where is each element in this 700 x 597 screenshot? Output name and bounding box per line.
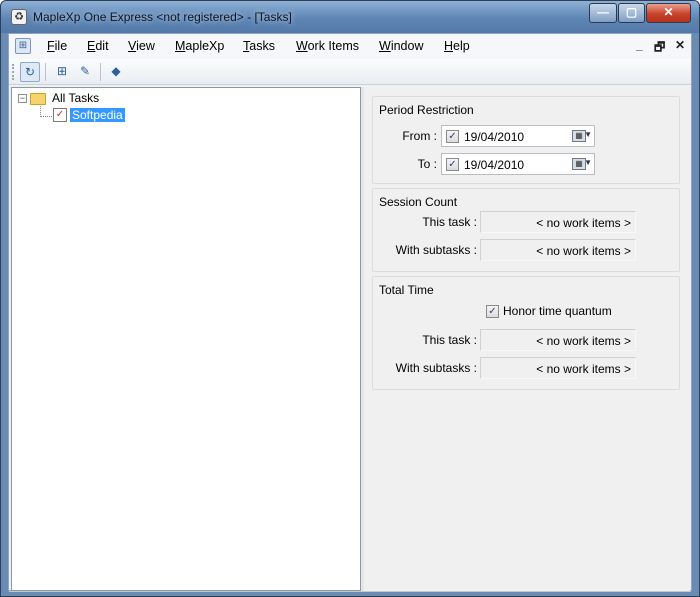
menu-work-items[interactable]: Work Items bbox=[296, 39, 359, 53]
toolbar-separator bbox=[45, 63, 46, 81]
total-time-group: Total Time ✓ Honor time quantum This tas… bbox=[372, 276, 680, 390]
window-title: MapleXp One Express <not registered> - [… bbox=[33, 10, 292, 24]
tree-expander[interactable]: − bbox=[18, 94, 27, 103]
menu-window[interactable]: Window bbox=[379, 39, 423, 53]
group-title: Total Time bbox=[379, 283, 434, 297]
mdi-close-button[interactable]: ✕ bbox=[675, 38, 685, 52]
toolbar-separator bbox=[100, 63, 101, 81]
with-subtasks-label: With subtasks : bbox=[395, 361, 477, 375]
menu-file[interactable]: File bbox=[47, 39, 67, 53]
chevron-down-icon[interactable]: ▼ bbox=[584, 158, 592, 167]
session-this-task-value: < no work items > bbox=[480, 211, 636, 233]
with-subtasks-label: With subtasks : bbox=[395, 243, 477, 257]
menu-help[interactable]: Help bbox=[444, 39, 470, 53]
app-window: ♻ MapleXp One Express <not registered> -… bbox=[0, 0, 700, 597]
menu-view[interactable]: View bbox=[128, 39, 155, 53]
toolbar: ↻ ⊞ ✎ ◆ bbox=[9, 59, 691, 85]
group-title: Period Restriction bbox=[379, 103, 474, 117]
refresh-icon[interactable]: ↻ bbox=[20, 62, 40, 82]
app-icon[interactable]: ♻ bbox=[11, 9, 27, 25]
tree-connector bbox=[40, 106, 52, 117]
group-title: Session Count bbox=[379, 195, 458, 209]
toolbar-grip[interactable] bbox=[12, 64, 15, 80]
menu-bar: ⊞ File Edit View MapleXp Tasks Work Item… bbox=[9, 34, 691, 59]
session-with-subtasks-value: < no work items > bbox=[480, 239, 636, 261]
chevron-down-icon[interactable]: ▼ bbox=[584, 130, 592, 139]
maximize-button[interactable]: ▢ bbox=[618, 3, 645, 23]
mdi-child-icon[interactable]: ⊞ bbox=[15, 38, 31, 54]
from-date-value: 19/04/2010 bbox=[464, 130, 525, 144]
tree-item-all-tasks[interactable]: All Tasks bbox=[52, 91, 99, 105]
task-tree[interactable]: − All Tasks ✓ Softpedia bbox=[11, 87, 361, 591]
task-icon: ✓ bbox=[53, 108, 67, 122]
task-tree-icon[interactable]: ⊞ bbox=[52, 62, 72, 82]
close-button[interactable]: ✕ bbox=[646, 3, 691, 23]
from-date-picker[interactable]: ✓ 19/04/2010 ▦ ▼ bbox=[441, 125, 595, 147]
to-date-checkbox[interactable]: ✓ bbox=[446, 158, 459, 171]
honor-time-quantum-checkbox[interactable]: ✓ bbox=[486, 305, 499, 318]
to-date-picker[interactable]: ✓ 19/04/2010 ▦ ▼ bbox=[441, 153, 595, 175]
time-this-task-value: < no work items > bbox=[480, 329, 636, 351]
to-label: To : bbox=[417, 157, 437, 171]
time-with-subtasks-value: < no work items > bbox=[480, 357, 636, 379]
honor-time-quantum-label[interactable]: Honor time quantum bbox=[503, 304, 612, 318]
client-area: ⊞ File Edit View MapleXp Tasks Work Item… bbox=[8, 33, 692, 592]
title-bar[interactable]: ♻ MapleXp One Express <not registered> -… bbox=[1, 1, 699, 33]
mdi-minimize-button[interactable]: _ bbox=[636, 38, 643, 52]
book-icon[interactable]: ◆ bbox=[106, 62, 126, 82]
this-task-label: This task : bbox=[422, 215, 477, 229]
from-date-checkbox[interactable]: ✓ bbox=[446, 130, 459, 143]
folder-icon bbox=[30, 93, 46, 105]
menu-maplexp[interactable]: MapleXp bbox=[175, 39, 224, 53]
mdi-restore-button[interactable]: 🗗 bbox=[654, 38, 665, 59]
this-task-label: This task : bbox=[422, 333, 477, 347]
edit-icon[interactable]: ✎ bbox=[75, 62, 95, 82]
menu-edit[interactable]: Edit bbox=[87, 39, 109, 53]
from-label: From : bbox=[402, 129, 437, 143]
details-pane: Period Restriction From : ✓ 19/04/2010 ▦… bbox=[364, 87, 690, 591]
to-date-value: 19/04/2010 bbox=[464, 158, 525, 172]
tree-item-softpedia[interactable]: Softpedia bbox=[70, 108, 125, 122]
status-bar bbox=[9, 591, 691, 592]
period-restriction-group: Period Restriction From : ✓ 19/04/2010 ▦… bbox=[372, 96, 680, 184]
menu-tasks[interactable]: Tasks bbox=[243, 39, 275, 53]
session-count-group: Session Count This task : < no work item… bbox=[372, 188, 680, 272]
minimize-button[interactable]: — bbox=[589, 3, 617, 23]
